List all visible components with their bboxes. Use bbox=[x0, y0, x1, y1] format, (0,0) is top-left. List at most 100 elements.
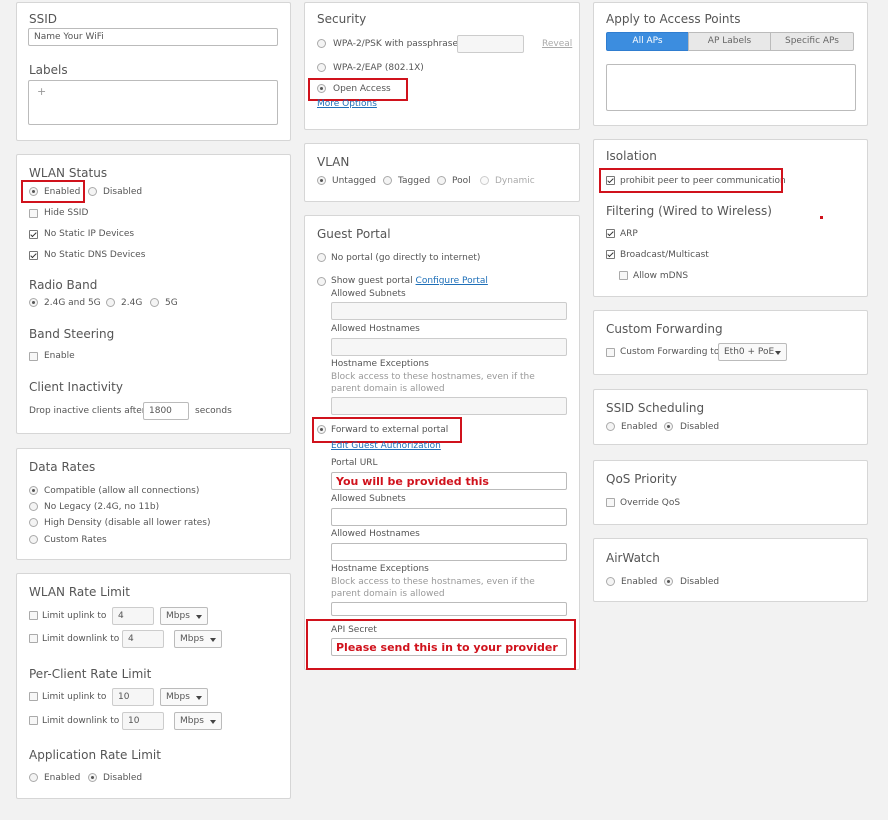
vlan-heading: VLAN bbox=[317, 155, 350, 169]
band-24-label: 2.4G bbox=[121, 298, 143, 308]
band-24-radio[interactable] bbox=[106, 298, 115, 307]
passphrase-input[interactable] bbox=[457, 35, 524, 53]
allowed-subnets-input-2[interactable] bbox=[331, 508, 567, 526]
vlan-tagged-label: Tagged bbox=[398, 176, 431, 186]
allow-mdns-label: Allow mDNS bbox=[633, 271, 689, 281]
custom-forwarding-select[interactable]: Eth0 + PoE bbox=[718, 343, 787, 361]
api-secret-label: API Secret bbox=[331, 625, 377, 635]
rate-custom-radio[interactable] bbox=[29, 535, 38, 544]
rate-limit-panel: WLAN Rate Limit Limit uplink to 4 Mbps L… bbox=[16, 573, 291, 799]
hide-ssid-label: Hide SSID bbox=[44, 208, 89, 218]
hide-ssid-checkbox[interactable] bbox=[29, 209, 38, 218]
hostname-exceptions-label-2: Hostname Exceptions bbox=[331, 564, 429, 574]
wlan-uplink-checkbox[interactable] bbox=[29, 611, 38, 620]
ssid-input[interactable]: Name Your WiFi bbox=[28, 28, 278, 46]
scheduling-disabled-radio[interactable] bbox=[664, 422, 673, 431]
wlan-uplink-input[interactable]: 4 bbox=[112, 607, 154, 625]
allowed-subnets-label-2: Allowed Subnets bbox=[331, 494, 406, 504]
vlan-pool-radio[interactable] bbox=[437, 176, 446, 185]
vlan-untagged-radio[interactable] bbox=[317, 176, 326, 185]
api-secret-input[interactable]: Please send this in to your provider bbox=[331, 638, 567, 656]
pc-uplink-input[interactable]: 10 bbox=[112, 688, 154, 706]
app-rate-limit-heading: Application Rate Limit bbox=[29, 748, 161, 762]
labels-box[interactable]: + bbox=[28, 80, 278, 125]
airwatch-enabled-radio[interactable] bbox=[606, 577, 615, 586]
airwatch-disabled-label: Disabled bbox=[680, 577, 720, 587]
ap-selection-box[interactable] bbox=[606, 64, 856, 111]
prohibit-p2p-highlight bbox=[599, 168, 783, 193]
allowed-hostnames-input-2[interactable] bbox=[331, 543, 567, 561]
hostname-exceptions-help-1: Block access to these hostnames, even if… bbox=[331, 372, 535, 394]
app-rate-enabled-radio[interactable] bbox=[29, 773, 38, 782]
edit-guest-auth-link[interactable]: Edit Guest Authorization bbox=[331, 441, 441, 451]
add-label-icon[interactable]: + bbox=[37, 85, 46, 98]
scheduling-disabled-label: Disabled bbox=[680, 422, 720, 432]
wpa-psk-label: WPA-2/PSK with passphrase bbox=[333, 39, 459, 49]
rate-high-density-radio[interactable] bbox=[29, 518, 38, 527]
configure-portal-link[interactable]: Configure Portal bbox=[416, 276, 488, 286]
band-5-radio[interactable] bbox=[150, 298, 159, 307]
show-portal-radio[interactable] bbox=[317, 277, 326, 286]
data-rates-panel: Data Rates Compatible (allow all connect… bbox=[16, 448, 291, 560]
tab-all-aps[interactable]: All APs bbox=[606, 32, 689, 51]
drop-inactive-label: Drop inactive clients after bbox=[29, 406, 146, 416]
wlan-disabled-radio[interactable] bbox=[88, 187, 97, 196]
allowed-subnets-input-1[interactable] bbox=[331, 302, 567, 320]
pc-downlink-checkbox[interactable] bbox=[29, 716, 38, 725]
wpa-eap-radio[interactable] bbox=[317, 63, 326, 72]
scheduling-enabled-radio[interactable] bbox=[606, 422, 615, 431]
airwatch-disabled-radio[interactable] bbox=[664, 577, 673, 586]
custom-forwarding-heading: Custom Forwarding bbox=[606, 322, 723, 336]
wlan-rate-limit-heading: WLAN Rate Limit bbox=[29, 585, 130, 599]
override-qos-label: Override QoS bbox=[620, 498, 681, 508]
tab-ap-labels[interactable]: AP Labels bbox=[688, 32, 771, 51]
override-qos-checkbox[interactable] bbox=[606, 498, 615, 507]
wlan-downlink-input[interactable]: 4 bbox=[122, 630, 164, 648]
arp-checkbox[interactable] bbox=[606, 229, 615, 238]
rate-no-legacy-radio[interactable] bbox=[29, 502, 38, 511]
reveal-link[interactable]: Reveal bbox=[542, 39, 572, 49]
band-both-radio[interactable] bbox=[29, 298, 38, 307]
portal-url-label: Portal URL bbox=[331, 458, 378, 468]
pc-downlink-input[interactable]: 10 bbox=[122, 712, 164, 730]
band-5-label: 5G bbox=[165, 298, 178, 308]
app-rate-enabled-label: Enabled bbox=[44, 773, 81, 783]
vlan-tagged-radio[interactable] bbox=[383, 176, 392, 185]
more-options-link[interactable]: More Options bbox=[317, 99, 377, 109]
portal-url-input[interactable]: You will be provided this bbox=[331, 472, 567, 490]
pc-uplink-label: Limit uplink to bbox=[42, 692, 107, 702]
wpa-psk-radio[interactable] bbox=[317, 39, 326, 48]
ssid-scheduling-panel: SSID Scheduling Enabled Disabled bbox=[593, 389, 868, 445]
qos-panel: QoS Priority Override QoS bbox=[593, 460, 868, 525]
airwatch-enabled-label: Enabled bbox=[621, 577, 658, 587]
broadcast-checkbox[interactable] bbox=[606, 250, 615, 259]
qos-heading: QoS Priority bbox=[606, 472, 677, 486]
allowed-hostnames-input-1[interactable] bbox=[331, 338, 567, 356]
wlan-disabled-label: Disabled bbox=[103, 187, 143, 197]
no-static-dns-checkbox[interactable] bbox=[29, 251, 38, 260]
vlan-dynamic-radio[interactable] bbox=[480, 176, 489, 185]
client-inactivity-heading: Client Inactivity bbox=[29, 380, 123, 394]
vlan-pool-label: Pool bbox=[452, 176, 471, 186]
no-portal-radio[interactable] bbox=[317, 253, 326, 262]
band-steering-checkbox[interactable] bbox=[29, 352, 38, 361]
enabled-highlight bbox=[21, 180, 85, 203]
custom-forwarding-checkbox[interactable] bbox=[606, 348, 615, 357]
no-static-dns-label: No Static DNS Devices bbox=[44, 250, 146, 260]
rate-compatible-label: Compatible (allow all connections) bbox=[44, 486, 200, 496]
pc-downlink-unit-select[interactable]: Mbps bbox=[174, 712, 222, 730]
wlan-downlink-checkbox[interactable] bbox=[29, 634, 38, 643]
allow-mdns-checkbox[interactable] bbox=[619, 271, 628, 280]
app-rate-disabled-radio[interactable] bbox=[88, 773, 97, 782]
inactivity-seconds-input[interactable]: 1800 bbox=[143, 402, 189, 420]
band-both-label: 2.4G and 5G bbox=[44, 298, 101, 308]
tab-specific-aps[interactable]: Specific APs bbox=[770, 32, 854, 51]
no-static-ip-checkbox[interactable] bbox=[29, 230, 38, 239]
wlan-downlink-unit-select[interactable]: Mbps bbox=[174, 630, 222, 648]
pc-uplink-unit-select[interactable]: Mbps bbox=[160, 688, 208, 706]
hostname-exceptions-input-1[interactable] bbox=[331, 397, 567, 415]
pc-uplink-checkbox[interactable] bbox=[29, 692, 38, 701]
wlan-uplink-unit-select[interactable]: Mbps bbox=[160, 607, 208, 625]
rate-compatible-radio[interactable] bbox=[29, 486, 38, 495]
hostname-exceptions-input-2[interactable] bbox=[331, 602, 567, 616]
